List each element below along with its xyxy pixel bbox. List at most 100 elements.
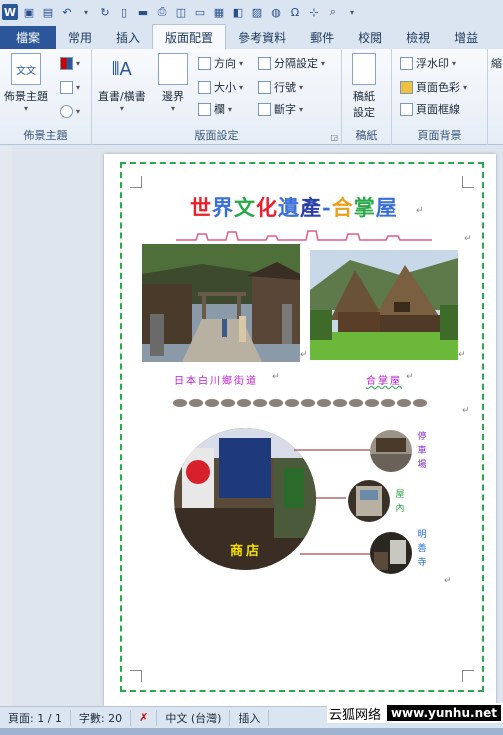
text-direction-button[interactable]: ⫴A 直書/橫書 ▾ [98, 53, 146, 114]
watermark-icon [400, 56, 413, 70]
print-icon[interactable]: ⎙ [154, 4, 170, 20]
indoor-image [348, 480, 390, 522]
paragraph-mark: ↵ [462, 406, 470, 416]
language-status[interactable]: 中文 (台灣) [157, 709, 231, 726]
theme-fonts-button[interactable]: ▾ [60, 81, 80, 94]
temple-circle-photo[interactable] [370, 532, 412, 574]
open-folder-icon[interactable]: ▬ [135, 4, 151, 20]
size-button[interactable]: 大小 ▾ [198, 79, 243, 95]
margins-label: 邊界 [162, 90, 184, 103]
tab-more[interactable]: 增益 [442, 26, 490, 49]
watermark-button[interactable]: 浮水印 ▾ [400, 55, 456, 71]
crop-mark [462, 670, 474, 682]
save-icon[interactable]: ▣ [21, 4, 37, 20]
parking-label[interactable]: 停車場 [416, 430, 428, 472]
tab-page-layout[interactable]: 版面配置 [152, 24, 227, 49]
customize-dropdown-icon[interactable]: ▾ [344, 4, 360, 20]
draft-paper-icon [352, 53, 376, 85]
tab-references[interactable]: 參考資料 [226, 26, 298, 49]
page-color-button[interactable]: 頁面色彩 ▾ [400, 79, 467, 95]
taskbar [0, 728, 503, 735]
page-count-status[interactable]: 頁面: 1 / 1 [0, 709, 71, 726]
street-photo[interactable] [142, 244, 300, 362]
theme-colors-button[interactable]: ▾ [60, 57, 80, 70]
text-direction-label: 直書/橫書 [98, 90, 146, 103]
theme-effects-button[interactable]: ▾ [60, 105, 80, 118]
ribbon: 文文 佈景主題 ▾ ▾ ▾ ▾ 佈景主題 ⫴A 直書/橫書 ▾ 邊界 ▾ 方向 ▾ [0, 49, 503, 145]
proofing-icon[interactable]: ✗ [131, 709, 158, 726]
title-char: 文 [234, 195, 256, 220]
save-as-icon[interactable]: ▤ [40, 4, 56, 20]
indoor-circle-photo[interactable] [348, 480, 390, 522]
undo-icon[interactable]: ↶ [59, 4, 75, 20]
print-preview-icon[interactable]: ◫ [173, 4, 189, 20]
internet-icon[interactable]: ◍ [268, 4, 284, 20]
paragraph-mark: ↵ [444, 576, 452, 586]
columns-button[interactable]: 欄 ▾ [198, 101, 232, 117]
orientation-button[interactable]: 方向 ▾ [198, 55, 243, 71]
parking-circle-photo[interactable] [370, 430, 412, 472]
caption-street[interactable]: 日本白川鄉街道 [174, 372, 258, 387]
dialog-launcher-icon[interactable]: ◲ [330, 133, 338, 142]
draft-paper-group: 稿紙 設定 稿紙 [342, 49, 392, 145]
temple-label[interactable]: 明善寺 [416, 528, 428, 570]
theme-fonts-icon [60, 81, 73, 94]
paragraph-mark: ↵ [464, 234, 472, 244]
indoor-label[interactable]: 屋內 [394, 488, 406, 516]
document-area[interactable]: 世界文化遺產-合掌屋 ↵ ↵ ↵ ↵ 日本白川鄉街道 ↵ 合掌屋 ↵ ↵ 商店 … [0, 146, 503, 706]
title-char: 掌 [353, 195, 376, 220]
table-icon[interactable]: ▦ [211, 4, 227, 20]
title-char: 產 [300, 195, 322, 220]
paragraph-mark: ↵ [300, 350, 308, 360]
temple-image [370, 532, 412, 574]
parking-image [370, 430, 412, 472]
indent-button[interactable]: 縮 [491, 55, 502, 71]
org-chart-icon[interactable]: ⊹ [306, 4, 322, 20]
watermark-site-name: 云狐网络 [328, 707, 381, 723]
breaks-button[interactable]: 分隔設定 ▾ [258, 55, 325, 71]
page-setup-group: ⫴A 直書/橫書 ▾ 邊界 ▾ 方向 ▾ 大小 ▾ 欄 ▾ 分隔設定 ▾ 行號 ▾ 斷字 ▾… [92, 49, 342, 145]
street-photo-image [142, 244, 300, 362]
draft-group-label: 稿紙 [355, 129, 378, 142]
page-borders-icon [400, 102, 413, 116]
page-borders-button[interactable]: 頁面框線 [400, 101, 460, 117]
document-title[interactable]: 世界文化遺產-合掌屋 [190, 192, 398, 222]
caption-gassho[interactable]: 合掌屋 [366, 372, 402, 387]
orientation-icon [198, 56, 211, 70]
tab-insert[interactable]: 插入 [104, 26, 152, 49]
themes-icon: 文文 [11, 53, 41, 85]
tab-home[interactable]: 常用 [56, 26, 104, 49]
tab-file[interactable]: 檔案 [0, 26, 57, 49]
text-box-icon[interactable]: ▭ [192, 4, 208, 20]
page-setup-group-label: 版面設定 [194, 129, 239, 142]
find-icon[interactable]: ⌕ [325, 4, 341, 20]
theme-group-label: 佈景主題 [23, 129, 68, 142]
tab-mailings[interactable]: 郵件 [298, 26, 346, 49]
word-logo-icon[interactable]: W [2, 4, 18, 20]
picture-icon[interactable]: ▨ [249, 4, 265, 20]
omega-icon[interactable]: Ω [287, 4, 303, 20]
draft-settings-button[interactable]: 稿紙 設定 [352, 53, 376, 120]
line-numbers-button[interactable]: 行號 ▾ [258, 79, 303, 95]
watermark-url: www.yunhu.net [386, 705, 501, 721]
undo-dropdown-icon[interactable]: ▾ [78, 4, 94, 20]
size-icon [198, 80, 211, 94]
insert-mode-status[interactable]: 插入 [230, 709, 270, 726]
new-document-icon[interactable]: ▯ [116, 4, 132, 20]
gassho-house-photo[interactable] [310, 250, 458, 360]
tab-view[interactable]: 檢視 [394, 26, 442, 49]
book-icon[interactable]: ◧ [230, 4, 246, 20]
word-count-status[interactable]: 字數: 20 [71, 709, 132, 726]
margins-button[interactable]: 邊界 ▾ [158, 53, 188, 113]
page-background-group: 浮水印 ▾ 頁面色彩 ▾ 頁面框線 頁面背景 [392, 49, 488, 145]
shop-label[interactable]: 商店 [230, 540, 262, 559]
hyphenation-button[interactable]: 斷字 ▾ [258, 101, 303, 117]
quick-access-toolbar: W ▣ ▤ ↶ ▾ ↻ ▯ ▬ ⎙ ◫ ▭ ▦ ◧ ▨ ◍ Ω ⊹ ⌕ ▾ [0, 0, 503, 24]
redo-icon[interactable]: ↻ [97, 4, 113, 20]
title-char: 合 [331, 195, 354, 220]
tab-review[interactable]: 校閱 [346, 26, 394, 49]
theme-group: 文文 佈景主題 ▾ ▾ ▾ ▾ 佈景主題 [0, 49, 92, 145]
crop-mark [130, 670, 142, 682]
document-page[interactable]: 世界文化遺產-合掌屋 ↵ ↵ ↵ ↵ 日本白川鄉街道 ↵ 合掌屋 ↵ ↵ 商店 … [104, 154, 496, 706]
themes-button[interactable]: 文文 佈景主題 ▾ [4, 53, 48, 113]
